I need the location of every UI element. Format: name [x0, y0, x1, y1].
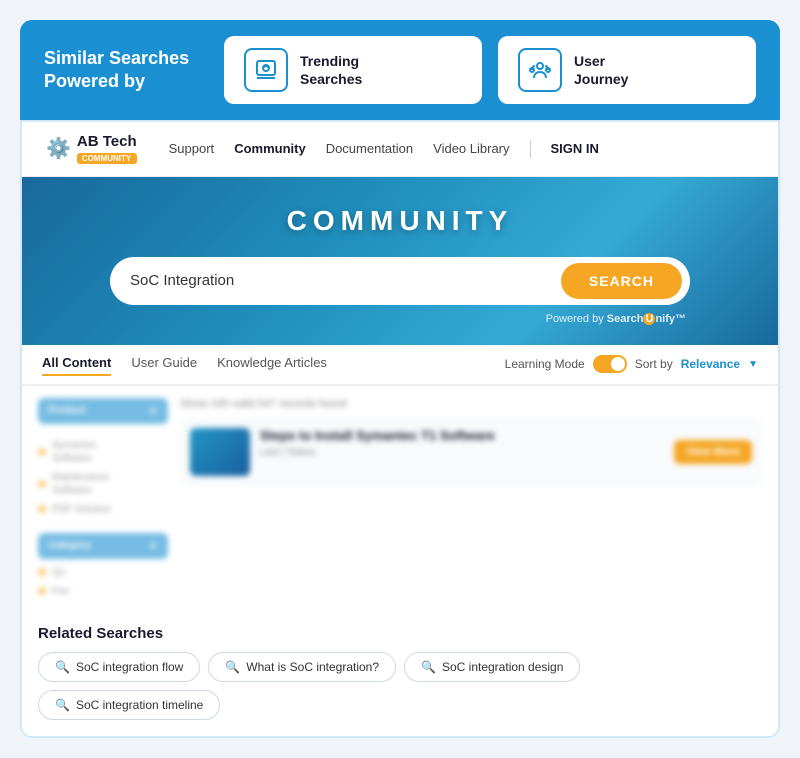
dashed-indicator	[778, 122, 780, 736]
hero-title: COMMUNITY	[46, 205, 754, 237]
related-chips: 🔍 SoC integration flow 🔍 What is SoC int…	[38, 652, 762, 720]
dot-icon	[38, 568, 46, 576]
search-icon: 🔍	[225, 660, 240, 674]
results-count: Show 245 valid 547 records found	[180, 398, 762, 410]
chip-timeline[interactable]: 🔍 SoC integration timeline	[38, 690, 220, 720]
nav-signin-button[interactable]: SIGN IN	[551, 141, 599, 156]
results-area: Show 245 valid 547 records found Steps t…	[168, 398, 762, 605]
powered-by: Powered by SearchUnify™	[110, 313, 690, 325]
banner-title: Similar Searches Powered by	[44, 47, 204, 94]
filter-category[interactable]: Category ✕	[38, 533, 168, 559]
result-action-button[interactable]: View More	[674, 440, 752, 464]
top-banner: Similar Searches Powered by Trending Sea…	[20, 20, 780, 120]
main-card: ◀ ⚙️ AB Tech COMMUNITY Support Community…	[20, 120, 780, 738]
result-card[interactable]: Steps to Install Symantec T1 Software La…	[180, 418, 762, 486]
chip-label: SoC integration design	[442, 660, 563, 674]
filter-category-label: Category	[48, 540, 91, 551]
tab-all-content[interactable]: All Content	[42, 355, 111, 376]
toggle-knob	[611, 357, 625, 371]
nav-links: Support Community Documentation Video Li…	[169, 140, 754, 158]
sidebar-item-label: Maintenance Software	[52, 471, 109, 497]
dot-icon	[38, 587, 46, 595]
tabs-right: Learning Mode Sort by Relevance ▼	[505, 355, 758, 373]
logo-area: ⚙️ AB Tech COMMUNITY	[46, 134, 137, 164]
learning-mode-label: Learning Mode	[505, 357, 585, 371]
search-icon: 🔍	[55, 660, 70, 674]
chip-design[interactable]: 🔍 SoC integration design	[404, 652, 580, 682]
chip-flow[interactable]: 🔍 SoC integration flow	[38, 652, 200, 682]
search-bar: SEARCH	[110, 257, 690, 305]
chip-label: SoC integration flow	[76, 660, 183, 674]
chip-label: SoC integration timeline	[76, 698, 203, 712]
logo-text-area: AB Tech COMMUNITY	[77, 134, 137, 164]
trending-icon	[244, 48, 288, 92]
result-meta: Last | Status	[260, 447, 664, 458]
list-item: Foo	[38, 582, 168, 601]
sidebar-item-label: Symantec Software	[52, 439, 96, 465]
logo-name: AB Tech	[77, 134, 137, 151]
tab-knowledge-articles[interactable]: Knowledge Articles	[217, 355, 327, 374]
user-journey-card[interactable]: User Journey	[498, 36, 756, 104]
chip-what-is[interactable]: 🔍 What is SoC integration?	[208, 652, 396, 682]
filter-product-label: Product	[48, 405, 86, 416]
search-icon: 🔍	[55, 698, 70, 712]
powered-brand: SearchUnify™	[607, 313, 686, 325]
content-area: Product ✕ Symantec Software Maintenance …	[22, 386, 778, 617]
result-title: Steps to Install Symantec T1 Software	[260, 428, 664, 443]
result-info: Steps to Install Symantec T1 Software La…	[260, 428, 664, 476]
sort-by-value[interactable]: Relevance	[681, 357, 740, 371]
search-icon: 🔍	[421, 660, 436, 674]
nav-bar: ⚙️ AB Tech COMMUNITY Support Community D…	[22, 122, 778, 177]
search-input[interactable]	[130, 272, 561, 289]
sidebar-item-label: Foo	[52, 585, 69, 598]
list-item: Maintenance Software	[38, 468, 168, 500]
page-container: Similar Searches Powered by Trending Sea…	[20, 20, 780, 738]
nav-community[interactable]: Community	[234, 141, 306, 156]
result-thumbnail	[190, 428, 250, 476]
filter-category-close[interactable]: ✕	[148, 539, 158, 553]
related-searches-section: Related Searches 🔍 SoC integration flow …	[22, 617, 778, 736]
sidebar-item-label: Q1	[52, 566, 65, 579]
dot-icon	[38, 505, 46, 513]
dot-icon	[38, 480, 46, 488]
related-title: Related Searches	[38, 625, 762, 642]
trending-label: Trending Searches	[300, 52, 362, 88]
user-journey-label: User Journey	[574, 52, 628, 88]
filter-product[interactable]: Product ✕	[38, 398, 168, 424]
nav-support[interactable]: Support	[169, 141, 215, 156]
sidebar-product-items: Symantec Software Maintenance Software P…	[38, 432, 168, 523]
sort-chevron-icon[interactable]: ▼	[748, 359, 758, 370]
chip-label: What is SoC integration?	[246, 660, 379, 674]
trending-searches-card[interactable]: Trending Searches	[224, 36, 482, 104]
list-item: Symantec Software	[38, 436, 168, 468]
powered-text: Powered by	[546, 313, 604, 325]
nav-documentation[interactable]: Documentation	[326, 141, 413, 156]
search-button[interactable]: SEARCH	[561, 263, 682, 299]
nav-video-library[interactable]: Video Library	[433, 141, 509, 156]
list-item: Q1	[38, 563, 168, 582]
left-sidebar: Product ✕ Symantec Software Maintenance …	[38, 398, 168, 605]
sidebar-category-items: Q1 Foo	[38, 559, 168, 605]
learning-mode-toggle[interactable]	[593, 355, 627, 373]
tabs-row: All Content User Guide Knowledge Article…	[22, 345, 778, 386]
sidebar-item-label: PDF Solution	[52, 503, 111, 516]
hero-section: COMMUNITY SEARCH Powered by SearchUnify™	[22, 177, 778, 345]
nav-divider	[530, 140, 531, 158]
logo-badge: COMMUNITY	[77, 153, 137, 164]
dot-icon	[38, 448, 46, 456]
sort-by-label: Sort by	[635, 357, 673, 371]
user-journey-icon	[518, 48, 562, 92]
list-item: PDF Solution	[38, 500, 168, 519]
filter-product-close[interactable]: ✕	[148, 404, 158, 418]
banner-cards: Trending Searches User Journey	[224, 36, 756, 104]
logo-gear-icon: ⚙️	[46, 136, 71, 161]
tab-user-guide[interactable]: User Guide	[131, 355, 197, 374]
